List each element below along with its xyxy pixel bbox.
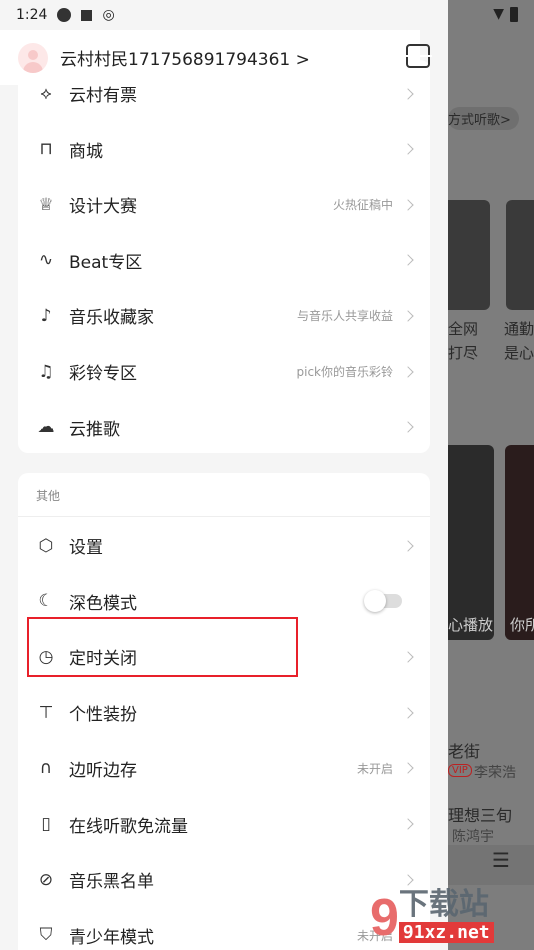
menu-item-subtitle: pick你的音乐彩铃: [296, 365, 394, 379]
block-icon: ⊘: [38, 869, 54, 890]
menu-item-label: 青少年模式: [69, 927, 154, 948]
clock: 1:24: [16, 7, 48, 23]
chevron-right-icon: [402, 87, 414, 100]
shield-icon: ⛉: [39, 925, 53, 946]
playlist-icon: ☰: [492, 848, 510, 872]
menu-item-subtitle: 与音乐人共享收益: [296, 309, 393, 324]
menu-item-label: 边听边存: [69, 760, 137, 781]
cloud-icon: ☁: [37, 417, 55, 438]
bg-text: 你所: [510, 616, 534, 634]
menu-item-subtitle: 火热征稿中: [332, 198, 393, 213]
menu-item-label: 个性装扮: [69, 705, 137, 726]
status-bar: 1:24 ◎ ▼: [0, 0, 534, 30]
menu-item-label: 设计大赛: [69, 197, 137, 218]
menu-item-bag[interactable]: ⊓ 商城: [18, 122, 430, 177]
netease-icon: ◎: [102, 7, 115, 23]
menu-item-collector[interactable]: ♪ 音乐收藏家 与音乐人共享收益: [18, 288, 430, 343]
bg-text: 全网: [448, 320, 479, 338]
menu-item-shirt[interactable]: ⊤ 个性装扮: [18, 685, 430, 740]
side-drawer: 云村村民171756891794361 > ⟡ 云村有票 ⊓ 商城 ♕ 设计大赛 火热…: [0, 0, 448, 950]
chevron-right-icon: [402, 651, 414, 663]
menu-item-cloud[interactable]: ☁ 云推歌: [18, 400, 430, 455]
ringtone-icon: ♫: [38, 361, 54, 382]
shirt-icon: ⊤: [38, 702, 54, 723]
menu-item-simcard[interactable]: ▯ 在线听歌免流量: [18, 797, 430, 852]
bg-artist: 李荣浩: [474, 765, 516, 781]
trophy-icon: ♕: [38, 194, 54, 215]
bg-song: 理想三旬: [448, 806, 513, 825]
bg-artist: 陈鸿宇: [452, 829, 494, 845]
vip-badge: VIP: [448, 764, 472, 777]
menu-item-label: 深色模式: [69, 593, 137, 614]
bg-playlist-cover: [448, 200, 490, 310]
bg-text: 打尽: [448, 344, 479, 362]
menu-item-headphone[interactable]: ∩ 边听边存 未开启: [18, 741, 430, 796]
chevron-right-icon: [402, 143, 414, 155]
menu-item-label: 商城: [69, 141, 103, 162]
moon-icon: ☾: [38, 591, 54, 612]
chevron-right-icon: [402, 421, 414, 433]
menu-item-shield[interactable]: ⛉ 青少年模式 未开启: [18, 908, 430, 950]
menu-item-block[interactable]: ⊘ 音乐黑名单: [18, 852, 430, 907]
bag-icon: ⊓: [39, 139, 53, 160]
bg-song: 老街: [448, 742, 481, 761]
chevron-right-icon: [402, 254, 414, 266]
menu-item-settings[interactable]: ⬡ 设置: [18, 518, 430, 573]
headphone-icon: ∩: [39, 758, 53, 779]
bg-text: 通勤: [504, 320, 534, 338]
menu-item-beat[interactable]: ∿ Beat专区: [18, 233, 430, 288]
bg-chip: 方式听歌>: [448, 107, 519, 130]
menu-item-subtitle: 未开启: [356, 761, 393, 776]
menu-card-main: ⟡ 云村有票 ⊓ 商城 ♕ 设计大赛 火热征稿中 ∿ Beat专区 ♪ 音乐收藏家 与音乐人…: [18, 60, 430, 453]
a-icon: [81, 9, 93, 21]
collector-icon: ♪: [40, 305, 52, 326]
beat-icon: ∿: [38, 250, 54, 271]
chevron-right-icon: [402, 539, 414, 552]
dark-mode-toggle[interactable]: [364, 590, 402, 613]
chevron-right-icon: [402, 199, 414, 211]
bg-player-bar: [448, 845, 534, 885]
menu-card-other: 其他 ⬡ 设置 ☾ 深色模式 ◷ 定时关闭 ⊤ 个性装扮 ∩ 边听边存 未开启 ▯ 在线听歌…: [18, 473, 430, 950]
section-title: 其他: [36, 489, 61, 503]
chevron-right-icon: [402, 310, 414, 322]
ticket-icon: ⟡: [40, 83, 52, 104]
notification-icon: [57, 8, 72, 22]
chevron-right-icon: [402, 706, 414, 719]
bg-text: 心播放: [448, 616, 494, 634]
menu-item-label: 在线听歌免流量: [69, 816, 188, 837]
chevron-right-icon: [402, 365, 414, 378]
menu-item-ringtone[interactable]: ♫ 彩铃专区 pick你的音乐彩铃: [18, 344, 430, 399]
chevron-right-icon: [402, 818, 414, 830]
menu-item-label: 云推歌: [69, 419, 120, 440]
chevron-right-icon: [402, 762, 414, 774]
bg-text: 是心: [504, 344, 534, 362]
menu-item-label: 彩铃专区: [69, 364, 137, 384]
username[interactable]: 云村村民171756891794361 >: [60, 45, 310, 70]
bg-playlist-cover: [506, 200, 534, 310]
scan-icon[interactable]: [404, 44, 432, 68]
simcard-icon: ▯: [41, 814, 51, 834]
menu-item-label: 音乐收藏家: [69, 308, 154, 329]
user-header[interactable]: 云村村民171756891794361 >: [0, 30, 432, 85]
highlight-box: [27, 617, 298, 677]
divider: [18, 516, 430, 517]
settings-icon: ⬡: [38, 535, 54, 556]
menu-item-trophy[interactable]: ♕ 设计大赛 火热征稿中: [18, 177, 430, 232]
watermark-logo: 9 下载站 91xz.net: [370, 888, 494, 944]
bg-card: [505, 445, 534, 640]
battery-icon: [510, 6, 518, 22]
menu-item-label: 音乐黑名单: [69, 872, 154, 893]
avatar[interactable]: [18, 42, 48, 73]
wifi-icon: ▼: [493, 6, 504, 22]
menu-item-label: Beat专区: [69, 252, 143, 273]
menu-item-label: 设置: [69, 538, 103, 558]
chevron-right-icon: [402, 874, 414, 886]
background-home-page: 方式听歌> 全网 打尽 通勤 是心 心播放 你所 老街 VIP 李荣浩 理想三旬…: [448, 0, 534, 950]
bg-card: [448, 445, 494, 640]
